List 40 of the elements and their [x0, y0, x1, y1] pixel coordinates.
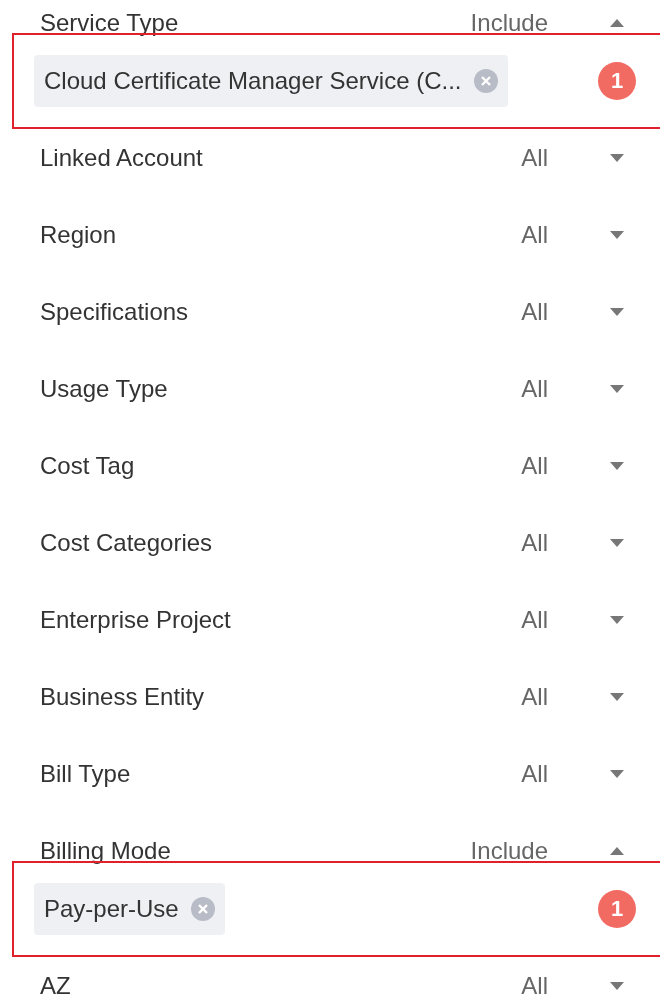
tag-text: Cloud Certificate Manager Service (C...: [44, 67, 462, 95]
tag-text: Pay-per-Use: [44, 895, 179, 923]
filter-value[interactable]: All: [521, 605, 548, 634]
filter-value[interactable]: All: [521, 297, 548, 326]
filter-label: Linked Account: [40, 143, 204, 172]
filter-value[interactable]: All: [521, 451, 548, 480]
filter-label: Business Entity: [40, 682, 206, 711]
filter-label: Specifications: [40, 297, 190, 326]
caret-icon[interactable]: [610, 384, 624, 393]
filter-value[interactable]: All: [521, 528, 548, 557]
caret-icon[interactable]: [610, 230, 624, 239]
filter-label: Cost Categories: [40, 528, 214, 557]
caret-icon[interactable]: [610, 307, 624, 316]
filter-label: Service Type: [40, 8, 180, 37]
filter-label: Region: [40, 220, 118, 249]
filter-value[interactable]: All: [521, 220, 548, 249]
caret-icon[interactable]: [610, 153, 624, 162]
caret-icon[interactable]: [610, 538, 624, 547]
caret-icon[interactable]: [610, 692, 624, 701]
filter-value[interactable]: All: [521, 971, 548, 1000]
caret-icon[interactable]: [610, 615, 624, 624]
filter-label: Cost Tag: [40, 451, 136, 480]
filter-label: Billing Mode: [40, 836, 172, 865]
count-badge: 1: [598, 890, 636, 928]
filter-label: Usage Type: [40, 374, 169, 403]
count-badge: 1: [598, 62, 636, 100]
filter-value[interactable]: All: [521, 374, 548, 403]
filter-value[interactable]: All: [521, 682, 548, 711]
caret-icon[interactable]: [610, 846, 624, 855]
filter-value[interactable]: All: [521, 759, 548, 788]
filter-label: AZ: [40, 971, 72, 1000]
filter-value[interactable]: Include: [470, 8, 548, 37]
caret-icon[interactable]: [610, 981, 624, 990]
filter-value[interactable]: All: [521, 143, 548, 172]
filter-value[interactable]: Include: [470, 836, 548, 865]
filter-label: Enterprise Project: [40, 605, 232, 634]
caret-icon[interactable]: [610, 461, 624, 470]
caret-icon[interactable]: [610, 18, 624, 27]
filter-label: Bill Type: [40, 759, 132, 788]
caret-icon[interactable]: [610, 769, 624, 778]
